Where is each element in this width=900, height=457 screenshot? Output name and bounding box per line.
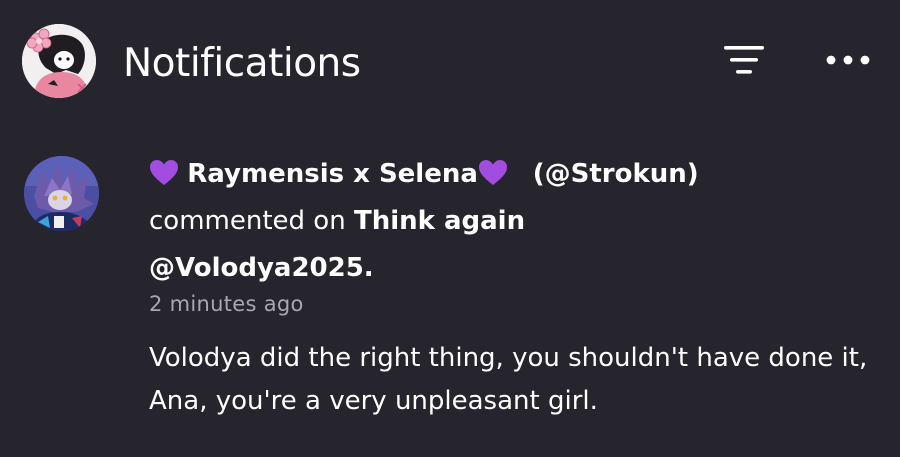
commenter-avatar-image <box>24 156 99 231</box>
avatar-image <box>22 24 96 98</box>
more-options-button[interactable] <box>818 40 878 80</box>
more-options-icon <box>826 55 870 65</box>
commenter-handle-link[interactable]: (@Strokun) <box>533 159 699 189</box>
page-title: Notifications <box>123 41 361 86</box>
post-title-link[interactable]: Think again <box>354 206 525 236</box>
commenter-name-link[interactable]: Raymensis x Selena <box>187 159 478 189</box>
action-text: commented on <box>149 206 346 236</box>
filter-icon <box>724 46 764 74</box>
notification-author-line: @Volodya2025. <box>149 245 869 292</box>
purple-heart-icon <box>478 155 508 185</box>
notification-content: Raymensis x Selena (@Strokun) commented … <box>149 151 869 423</box>
notification-item[interactable]: Raymensis x Selena (@Strokun) commented … <box>0 140 900 457</box>
timestamp: 2 minutes ago <box>149 292 304 316</box>
comment-text: Volodya did the right thing, you shouldn… <box>149 343 868 416</box>
notifications-screen: Notifications Raymensis x Selena (@Strok… <box>0 0 900 457</box>
notification-header-line: Raymensis x Selena (@Strokun) <box>149 151 869 198</box>
header: Notifications <box>0 0 900 130</box>
user-avatar[interactable] <box>22 24 96 98</box>
filter-button[interactable] <box>716 40 772 84</box>
purple-heart-icon <box>149 155 179 185</box>
commenter-avatar[interactable] <box>24 156 99 231</box>
notification-action-line: commented on Think again <box>149 198 869 245</box>
post-author-link[interactable]: @Volodya2025. <box>149 253 374 283</box>
